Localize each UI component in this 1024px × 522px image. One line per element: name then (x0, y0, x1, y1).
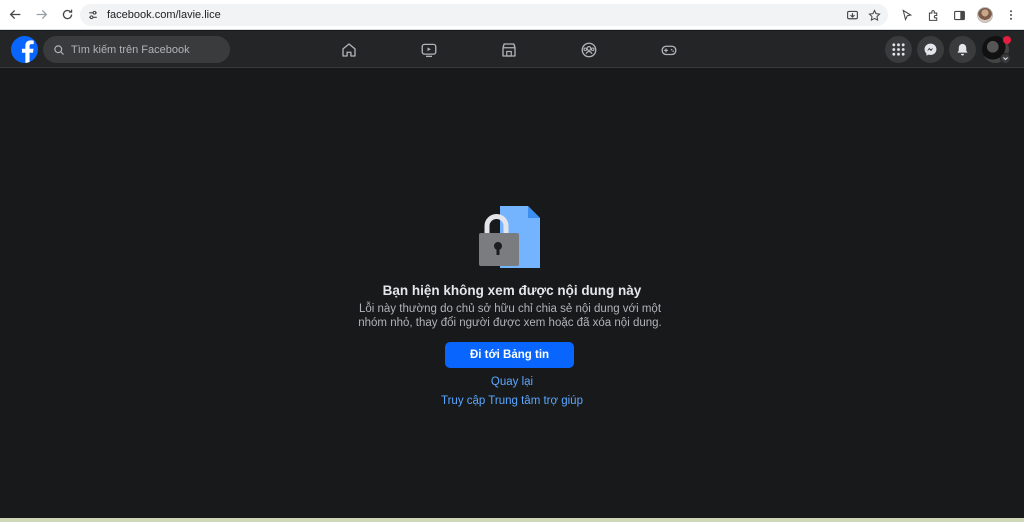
menu-grid-icon (892, 43, 905, 56)
account-avatar[interactable] (982, 36, 1011, 64)
search-input[interactable] (71, 43, 221, 56)
cursor-extension-icon[interactable] (898, 6, 916, 24)
back-link-row: Quay lại (0, 376, 1024, 388)
search-icon (52, 43, 66, 57)
side-panel-icon[interactable] (950, 6, 968, 24)
profile-avatar[interactable] (976, 6, 994, 24)
back-link[interactable]: Quay lại (491, 376, 533, 388)
error-title: Bạn hiện không xem được nội dung này (382, 283, 642, 298)
site-settings-icon[interactable] (82, 4, 104, 26)
url-text: facebook.com/lavie.lice (107, 9, 221, 21)
messenger-icon (924, 43, 937, 56)
locked-content-icon (479, 206, 540, 268)
content-unavailable-page: Bạn hiện không xem được nội dung này Lỗi… (0, 68, 1024, 518)
install-app-icon[interactable] (844, 7, 860, 23)
notifications-icon (957, 43, 968, 56)
error-description: Lỗi này thường do chủ sở hữu chỉ chia sẻ… (358, 303, 662, 329)
gaming-icon (661, 45, 677, 55)
address-bar[interactable]: facebook.com/lavie.lice (80, 4, 888, 26)
notifications-button[interactable] (949, 36, 976, 63)
forward-arrow-icon[interactable] (30, 4, 52, 26)
back-arrow-icon[interactable] (4, 4, 26, 26)
help-center-link[interactable]: Truy cập Trung tâm trợ giúp (441, 395, 583, 407)
chevron-down-icon (1000, 53, 1011, 64)
nav-marketplace[interactable] (469, 31, 549, 68)
go-to-feed-button[interactable]: Đi tới Bảng tin (445, 342, 574, 368)
facebook-logo-icon[interactable] (11, 36, 38, 63)
nav-groups[interactable] (549, 31, 629, 68)
reload-icon[interactable] (56, 4, 78, 26)
facebook-header (0, 31, 1024, 68)
messenger-button[interactable] (917, 36, 944, 63)
extensions-puzzle-icon[interactable] (924, 6, 942, 24)
window-bottom-edge (0, 518, 1024, 522)
help-center-link-row: Truy cập Trung tâm trợ giúp (0, 395, 1024, 407)
watch-icon (421, 43, 437, 57)
marketplace-icon (502, 42, 516, 57)
bookmark-star-icon[interactable] (866, 7, 882, 23)
nav-watch[interactable] (389, 31, 469, 68)
browser-toolbar: facebook.com/lavie.lice (0, 0, 1024, 30)
facebook-search[interactable] (43, 36, 230, 63)
nav-home[interactable] (309, 31, 389, 68)
notification-dot (1003, 36, 1011, 44)
groups-icon (581, 42, 597, 57)
menu-button[interactable] (885, 36, 912, 63)
nav-gaming[interactable] (629, 31, 709, 68)
more-vert-icon[interactable] (1002, 6, 1020, 24)
home-icon (342, 42, 356, 57)
